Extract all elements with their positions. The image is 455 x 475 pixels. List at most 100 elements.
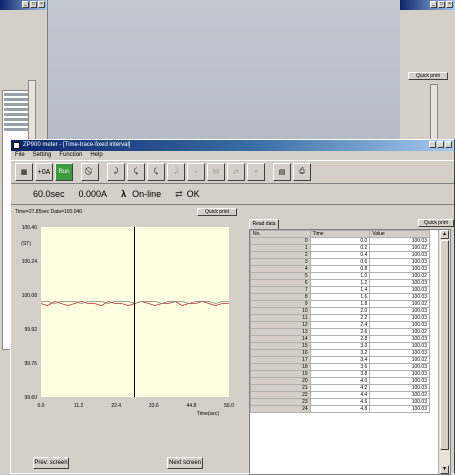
cell-time: 2.4 <box>309 321 371 329</box>
minimize-icon[interactable]: _ <box>429 141 436 148</box>
cell-time: 3.0 <box>309 342 371 350</box>
cell-time: 4.8 <box>309 405 371 413</box>
background-right-scrollbar[interactable] <box>430 84 438 140</box>
table-row[interactable]: 11 2.2 100.03 <box>250 314 430 322</box>
main-window: ZP900 meter - [Time-trace-fixed interval… <box>10 139 455 475</box>
menu-function[interactable]: Function <box>59 151 82 160</box>
close-icon[interactable]: × <box>38 1 45 8</box>
table-row[interactable]: 14 2.8 100.03 <box>250 335 430 343</box>
scan2-icon[interactable]: ⤹ <box>127 163 145 181</box>
table-row[interactable]: 4 0.8 100.03 <box>250 265 430 273</box>
background-quick-print-button[interactable]: Quick print <box>408 72 448 80</box>
cell-no: 6 <box>250 279 311 287</box>
cell-no: 8 <box>250 293 311 301</box>
print-icon[interactable]: ⎙ <box>293 163 311 181</box>
y-tick-label: 100.08 <box>22 293 38 299</box>
stop-icon[interactable]: ⃠ <box>81 163 99 181</box>
chart-readout: Time=27.85sec Data=100.040 <box>15 209 83 215</box>
cell-value: 100.02 <box>369 244 430 252</box>
background-window-buttons[interactable]: _ □ × <box>22 1 45 8</box>
table-row[interactable]: 2 0.4 100.03 <box>250 251 430 259</box>
chart-panel: Time=27.85sec Data=100.040 Quick print 0… <box>13 207 241 473</box>
maximize-icon[interactable]: □ <box>438 1 445 8</box>
cell-no: 0 <box>250 237 311 245</box>
status-bar: 60.0sec 0.000A λ On-line ⇄ OK <box>11 184 454 205</box>
status-icon: ⇄ <box>175 188 183 199</box>
scroll-up-icon[interactable]: ▲ <box>440 230 449 239</box>
close-icon[interactable]: × <box>445 141 452 148</box>
meter-icon[interactable]: ▦ <box>15 163 33 181</box>
zero-current-icon[interactable]: +0A <box>35 163 53 181</box>
disabled-icon-2[interactable]: ⌁ <box>187 163 205 181</box>
disabled-icon-5[interactable]: ≡ <box>247 163 265 181</box>
tab-read-data[interactable]: Read data <box>249 219 279 229</box>
cell-no: 7 <box>250 286 311 294</box>
x-axis-label: Time(sec) <box>197 411 219 417</box>
maximize-icon[interactable]: □ <box>30 1 37 8</box>
table-row[interactable]: 7 1.4 100.03 <box>250 286 430 294</box>
column-header-value[interactable]: Value <box>369 230 430 238</box>
cell-no: 1 <box>250 244 311 252</box>
minimize-icon[interactable]: _ <box>22 1 29 8</box>
column-header-no[interactable]: No. <box>250 230 311 238</box>
menu-file[interactable]: File <box>15 151 25 160</box>
table-row[interactable]: 8 1.6 100.03 <box>250 293 430 301</box>
table-row[interactable]: 5 1.0 100.02 <box>250 272 430 280</box>
chart-quick-print-button[interactable]: Quick print <box>197 208 237 216</box>
background-right-window-buttons[interactable]: _ □ × <box>430 1 453 8</box>
run-icon[interactable]: Run <box>55 163 73 181</box>
table-row[interactable]: 13 2.6 100.02 <box>250 328 430 336</box>
table-scrollbar[interactable]: ▲ ▼ <box>438 230 450 474</box>
scan3-icon[interactable]: ⤹ <box>147 163 165 181</box>
table-row[interactable]: 15 3.0 100.03 <box>250 342 430 350</box>
maximize-icon[interactable]: □ <box>437 141 444 148</box>
prev-screen-button[interactable]: Prev. screen <box>33 457 69 469</box>
status-state: OK <box>186 189 200 199</box>
cell-time: 4.0 <box>309 377 371 385</box>
next-screen-button[interactable]: Next screen <box>167 457 203 469</box>
cell-time: 2.6 <box>309 328 371 336</box>
disabled-icon-4[interactable]: ⇄ <box>227 163 245 181</box>
cell-value: 100.03 <box>369 363 430 371</box>
scan-icon[interactable]: ⤸ <box>107 163 125 181</box>
cell-no: 4 <box>250 265 311 273</box>
cell-no: 12 <box>250 321 311 329</box>
background-window-right: _ □ × Quick print <box>400 0 455 140</box>
y-tick-label: 100.40 <box>22 225 38 231</box>
cell-no: 18 <box>250 363 311 371</box>
x-tick-label: 11.2 <box>74 403 84 409</box>
table-row[interactable]: 16 3.2 100.03 <box>250 349 430 357</box>
table-row[interactable]: 20 4.0 100.03 <box>250 377 430 385</box>
table-row[interactable]: 24 4.8 100.03 <box>250 405 430 413</box>
table-row[interactable]: 17 3.4 100.02 <box>250 356 430 364</box>
cell-no: 10 <box>250 307 311 315</box>
cell-time: 1.0 <box>309 272 371 280</box>
table-row[interactable]: 22 4.4 100.02 <box>250 391 430 399</box>
table-row[interactable]: 9 1.8 100.02 <box>250 300 430 308</box>
table-row[interactable]: 18 3.6 100.03 <box>250 363 430 371</box>
table-row[interactable]: 12 2.4 100.03 <box>250 321 430 329</box>
data-quick-print-button[interactable]: Quick print <box>418 219 454 227</box>
table-row[interactable]: 3 0.6 100.03 <box>250 258 430 266</box>
minimize-icon[interactable]: _ <box>430 1 437 8</box>
main-window-buttons[interactable]: _ □ × <box>429 141 452 148</box>
scroll-down-icon[interactable]: ▼ <box>440 465 449 474</box>
menu-help[interactable]: Help <box>90 151 102 160</box>
table-row[interactable]: 21 4.2 100.03 <box>250 384 430 392</box>
table-row[interactable]: 6 1.2 100.03 <box>250 279 430 287</box>
table-row[interactable]: 0 0.0 100.03 <box>250 237 430 245</box>
report-icon[interactable]: ▤ <box>273 163 291 181</box>
cell-time: 0.6 <box>309 258 371 266</box>
table-row[interactable]: 19 3.8 100.03 <box>250 370 430 378</box>
disabled-icon-1[interactable]: ⤸ <box>167 163 185 181</box>
table-row[interactable]: 1 0.2 100.02 <box>250 244 430 252</box>
table-row[interactable]: 10 2.0 100.03 <box>250 307 430 315</box>
table-row[interactable]: 23 4.6 100.03 <box>250 398 430 406</box>
menu-setting[interactable]: Setting <box>33 151 52 160</box>
column-header-time[interactable]: Time <box>309 230 371 238</box>
disabled-icon-3[interactable]: W <box>207 163 225 181</box>
cell-value: 100.03 <box>369 321 430 329</box>
scroll-thumb[interactable] <box>440 240 449 450</box>
close-icon[interactable]: × <box>446 1 453 8</box>
cell-no: 17 <box>250 356 311 364</box>
